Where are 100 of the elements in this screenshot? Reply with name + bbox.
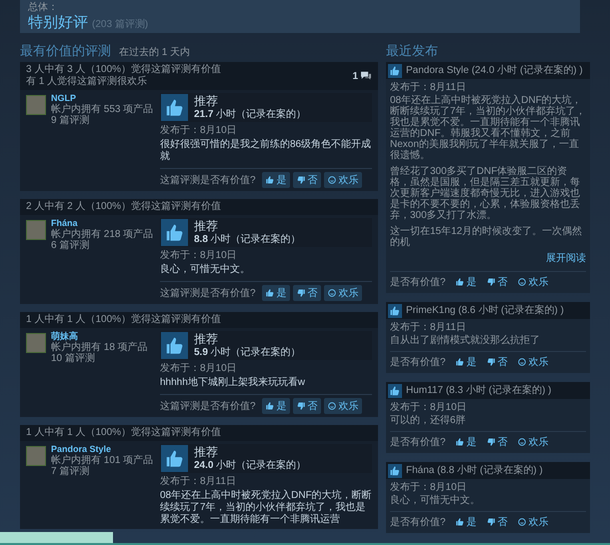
- vote-button[interactable]: 否: [292, 172, 321, 188]
- post-date: 发布于：8月10日: [160, 363, 238, 375]
- author-name[interactable]: NGLP: [51, 93, 154, 104]
- vote-button[interactable]: 是: [262, 172, 290, 188]
- vote-button[interactable]: 欢乐: [514, 434, 552, 450]
- vote-button[interactable]: 否: [292, 285, 321, 301]
- review-count: 7 篇评测: [51, 466, 90, 477]
- vote-button[interactable]: 是: [452, 514, 480, 530]
- thumbs-up-icon: [454, 517, 465, 527]
- review-text: 曾经花了300多买了DNF体验服二区的资格，虽然是国服，但是隔三差五就更新，每次更新客户端速度都奇慢无比，进入游戏也是卡的不要不要的，心累，体验服资格也丢弃，300多又打了水漂。: [390, 166, 581, 221]
- helpful-prompt: 这篇评测是否有价值?: [160, 174, 256, 188]
- vote-button[interactable]: 欢乐: [324, 285, 362, 301]
- smiley-icon: [516, 517, 527, 527]
- section-title: 最有价值的评测: [20, 42, 111, 60]
- author-name[interactable]: Pandora Style: [51, 444, 154, 455]
- comment-count: 1: [352, 70, 358, 84]
- smiley-icon: [326, 401, 337, 411]
- verdict: 推荐: [194, 94, 219, 108]
- post-date: 发布于：8月10日: [160, 250, 238, 262]
- summary-label: 总体：: [28, 2, 59, 14]
- helpful-prompt: 是否有价值?: [390, 516, 446, 530]
- avatar-placeholder: [26, 333, 46, 353]
- review-count: 9 篇评测: [51, 115, 90, 126]
- vote-button[interactable]: 欢乐: [514, 274, 552, 290]
- review-text: 良心，可惜无中文。: [160, 264, 251, 276]
- vote-button[interactable]: 否: [482, 354, 511, 370]
- thumbs-down-icon: [486, 357, 496, 367]
- review-text: 08年还在上高中时被死党拉入DNF的大坑，断断续续玩了7年，当初的小伙伴都弃坑了，我也是累觉不爱。一直期待能有一个非腾讯运营: [160, 490, 372, 526]
- helpful-summary: 2 人中有 2 人（100%）觉得这篇评测有价值: [26, 201, 222, 213]
- thumbs-down-icon: [296, 175, 306, 185]
- post-date: 发布于：8月10日: [390, 481, 468, 494]
- section-subtitle: 在过去的 1 天内: [119, 46, 190, 60]
- post-date: 发布于：8月10日: [390, 401, 468, 414]
- playtime: 8.8 小时（记录在案的）: [194, 233, 301, 246]
- helpful-summary: 3 人中有 3 人（100%）觉得这篇评测有价值: [26, 64, 222, 76]
- review-text: 自从出了剧情模式就没那么抗拒了: [390, 335, 541, 346]
- expand-link[interactable]: 展开阅读: [546, 251, 586, 266]
- smiley-icon: [326, 288, 337, 298]
- thumbs-up-icon: [388, 304, 402, 318]
- thumbs-up-icon: [264, 288, 275, 298]
- verdict: 推荐: [194, 332, 219, 346]
- vote-button[interactable]: 欢乐: [324, 398, 362, 414]
- product-count: 帐户内拥有 101 项产品: [51, 455, 154, 466]
- vote-button[interactable]: 是: [262, 398, 290, 414]
- author-name[interactable]: Fhána: [51, 218, 154, 229]
- thumbs-up-icon: [454, 277, 465, 287]
- review-count: 6 篇评测: [51, 240, 90, 251]
- thumbs-up-icon: [161, 94, 188, 121]
- review-text: hhhhh地下城刚上架我来玩玩看w: [160, 377, 306, 389]
- rating-text: 特别好评: [28, 14, 88, 31]
- helpful-prompt: 这篇评测是否有价值?: [160, 400, 256, 414]
- vote-button[interactable]: 否: [482, 514, 511, 530]
- playtime: 21.7 小时（记录在案的）: [194, 108, 306, 121]
- thumbs-down-icon: [296, 288, 306, 298]
- vote-button[interactable]: 否: [292, 398, 321, 414]
- section-title: 最近发布: [386, 42, 439, 60]
- helpful-summary: 1 人中有 1 人（100%）觉得这篇评测有价值: [26, 427, 222, 439]
- playtime: 24.0 小时（记录在案的）: [194, 459, 306, 472]
- vote-button[interactable]: 否: [482, 434, 511, 450]
- thumbs-up-icon: [161, 332, 188, 359]
- helpful-prompt: 是否有价值?: [390, 356, 446, 370]
- comment-icon: [360, 71, 372, 81]
- vote-button[interactable]: 欢乐: [324, 172, 362, 188]
- post-date: 发布于：8月10日: [160, 125, 238, 137]
- product-count: 帐户内拥有 218 项产品: [51, 229, 154, 240]
- thumbs-up-icon: [388, 64, 402, 78]
- thumbs-up-icon: [388, 464, 402, 478]
- smiley-icon: [516, 437, 527, 447]
- review-text: 很好很强可惜的是我之前练的86级角色不能开成就: [160, 139, 372, 163]
- avatar-placeholder: [26, 95, 46, 115]
- review-text: 08年还在上高中时被死党拉入DNF的大坑，断断续续玩了7年，当初的小伙伴都弃坑了，我也是累觉不爱。一直期待能有一个非腾讯运营的DNF。韩服我又看不懂韩文，之前Nexon的美服我刚玩了半年就关服了，一直很遗憾。: [390, 95, 586, 161]
- author-name[interactable]: 萌妹高: [51, 331, 148, 342]
- verdict: 推荐: [194, 219, 219, 233]
- review-text: 可以的，还得6胖: [390, 415, 467, 426]
- vote-button[interactable]: 欢乐: [514, 514, 552, 530]
- helpful-prompt: 是否有价值?: [390, 436, 446, 450]
- vote-button[interactable]: 是: [452, 354, 480, 370]
- smiley-icon: [326, 175, 337, 185]
- helpful-summary: 1 人中有 1 人（100%）觉得这篇评测有价值: [26, 314, 222, 326]
- thumbs-down-icon: [486, 437, 496, 447]
- thumbs-up-icon: [264, 175, 275, 185]
- helpful-prompt: 这篇评测是否有价值?: [160, 286, 256, 300]
- smiley-icon: [516, 277, 527, 287]
- playtime: 5.9 小时（记录在案的）: [194, 346, 301, 359]
- avatar-placeholder: [26, 446, 46, 466]
- review-text: 良心，可惜无中文。: [390, 495, 481, 506]
- thumbs-up-icon: [388, 384, 402, 398]
- thumbs-up-icon: [264, 401, 275, 411]
- vote-button[interactable]: 是: [452, 434, 480, 450]
- helpful-prompt: 是否有价值?: [390, 276, 446, 290]
- thumbs-down-icon: [486, 517, 496, 527]
- vote-button[interactable]: 否: [482, 274, 511, 290]
- thumbs-up-icon: [161, 445, 188, 472]
- verdict: 推荐: [194, 445, 219, 459]
- post-date: 发布于：8月11日: [390, 81, 467, 94]
- vote-button[interactable]: 是: [262, 285, 290, 301]
- thumbs-up-icon: [454, 357, 465, 367]
- vote-button[interactable]: 欢乐: [514, 354, 552, 370]
- vote-button[interactable]: 是: [452, 274, 480, 290]
- product-count: 帐户内拥有 18 项产品: [51, 342, 148, 353]
